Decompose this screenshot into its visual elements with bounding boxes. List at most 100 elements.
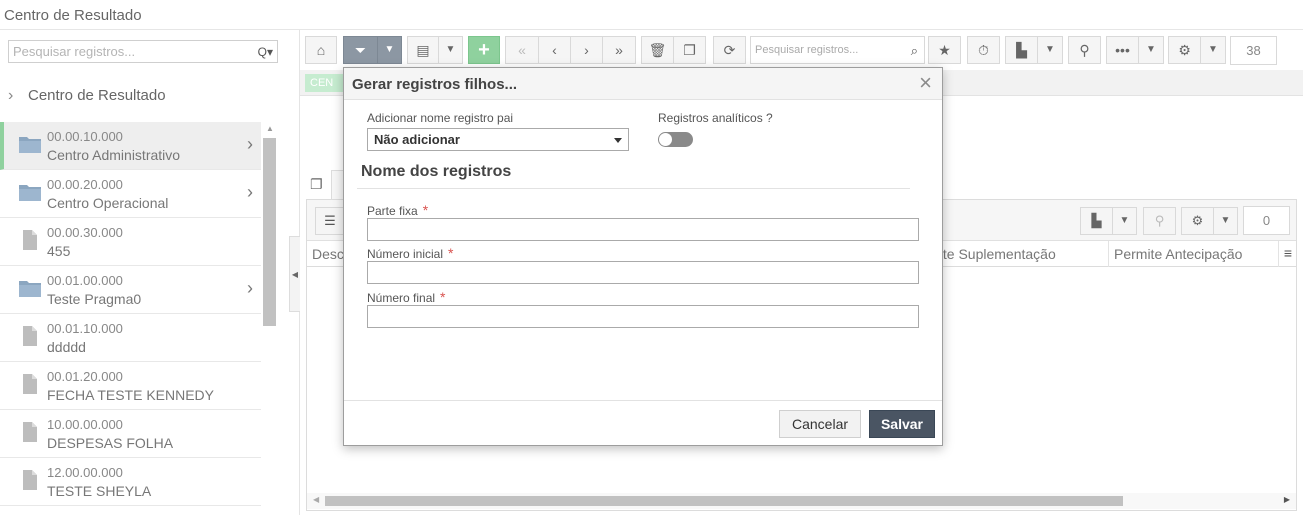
search-icon[interactable]: Q▾ [258,45,273,59]
filter-icon: ⏷ [354,42,367,58]
fixed-part-field[interactable] [367,218,919,241]
double-chevron-left-icon: « [518,42,526,58]
tree-item[interactable]: 00.00.20.000 Centro Operacional › [0,170,261,218]
scrollbar-thumb[interactable] [263,138,276,326]
tree-item[interactable]: 00.01.00.000 Teste Pragma0 › [0,266,261,314]
last-record-button[interactable]: » [602,36,636,64]
collapse-sidebar-button[interactable]: ◀ [289,236,300,312]
close-icon[interactable]: × [919,72,932,94]
column-menu-icon[interactable]: ≡ [1284,245,1292,261]
scroll-up-icon[interactable]: ▲ [266,124,274,133]
tree-item[interactable]: 10.00.00.000 DESPESAS FOLHA [0,410,261,458]
grid-list-button[interactable]: ☰ [315,207,345,235]
settings-button[interactable]: ⚙ [1168,36,1201,64]
end-number-field[interactable] [367,305,919,328]
tree-header[interactable]: › Centro de Resultado [8,87,166,105]
fixed-part-input[interactable] [368,219,918,240]
favorite-button[interactable]: ★ [928,36,961,64]
grid-icon: ▤ [416,42,430,58]
tree-title: Centro de Resultado [28,87,166,104]
copy-button[interactable]: ❐ [673,36,706,64]
toolbar-search[interactable]: ⌕ [750,36,925,64]
add-button[interactable]: + [468,36,500,64]
record-tag[interactable]: CEN [305,74,347,92]
filter-button[interactable]: ⏷ [343,36,378,64]
home-button[interactable]: ⌂ [305,36,337,64]
section-title: Nome dos registros [361,163,512,180]
grid-attach-button[interactable]: ⚲ [1143,207,1176,235]
tree-item-name: Teste Pragma0 [47,291,142,307]
record-count-badge: 38 [1230,36,1277,65]
analytic-records-label: Registros analíticos ? [658,111,773,125]
tree-item[interactable]: 00.00.30.000 455 [0,218,261,266]
grid-export-dropdown[interactable]: ▼ [1112,207,1137,235]
tree-item-code: 00.00.20.000 [47,177,123,192]
search-icon[interactable]: ⌕ [911,43,918,59]
more-dropdown-button[interactable]: ▼ [1138,36,1164,64]
parent-name-label: Adicionar nome registro pai [367,111,514,125]
chevron-right-icon[interactable]: › [247,134,253,155]
next-record-button[interactable]: › [570,36,603,64]
start-number-input[interactable] [368,262,918,283]
end-number-label: Número final * [367,289,445,305]
parent-name-value: Não adicionar [374,132,460,147]
delete-button[interactable]: 🗑 [641,36,674,64]
scroll-right-icon[interactable]: ▶ [1284,495,1290,504]
tree-item[interactable]: 00.00.10.000 Centro Administrativo › [0,122,261,170]
tree-item[interactable]: 00.01.20.000 FECHA TESTE KENNEDY [0,362,261,410]
end-number-input[interactable] [368,306,918,327]
parent-name-select[interactable]: Não adicionar [367,128,629,151]
end-number-label-text: Número final [367,291,436,305]
caret-down-icon: ▼ [1119,215,1130,226]
export-button[interactable]: ▙ [1005,36,1038,64]
grid-dropdown-button[interactable]: ▼ [438,36,463,64]
home-icon: ⌂ [316,42,326,58]
filter-dropdown-button[interactable]: ▼ [377,36,402,64]
file-icon [18,326,42,346]
export-dropdown-button[interactable]: ▼ [1037,36,1063,64]
chevron-right-icon[interactable]: › [8,87,22,105]
tree-item-name: ddddd [47,339,86,355]
chevron-right-icon: › [584,42,589,58]
toolbar-search-input[interactable] [751,37,901,63]
analytic-records-toggle[interactable] [658,132,693,147]
column-header-suplementacao[interactable]: nite Suplementação [927,241,1109,267]
start-number-field[interactable] [367,261,919,284]
section-divider [357,188,910,189]
tree-item[interactable]: 00.01.10.000 ddddd [0,314,261,362]
first-record-button[interactable]: « [505,36,539,64]
grid-horizontal-scrollbar[interactable]: ◀ ▶ [307,493,1296,509]
grid-settings-button[interactable]: ⚙ [1181,207,1214,235]
chevron-right-icon[interactable]: › [247,182,253,203]
tree-item[interactable]: 12.00.00.000 TESTE SHEYLA [0,458,261,506]
caret-down-icon [614,138,622,143]
column-header-antecipacao[interactable]: Permite Antecipação [1109,241,1279,267]
tree-item-code: 00.01.00.000 [47,273,123,288]
grid-settings-dropdown[interactable]: ▼ [1213,207,1238,235]
refresh-button[interactable]: ⟳ [713,36,746,64]
tree-list: 00.00.10.000 Centro Administrativo › 00.00.… [0,122,261,506]
duplicate-icon[interactable]: ❐ [310,176,326,192]
timer-button[interactable]: ⏱ [967,36,1000,64]
scrollbar-thumb[interactable] [325,496,1123,506]
settings-dropdown-button[interactable]: ▼ [1200,36,1226,64]
generate-children-dialog: Gerar registros filhos... × Adicionar no… [343,67,943,446]
attach-button[interactable]: ⚲ [1068,36,1101,64]
scroll-left-icon[interactable]: ◀ [313,495,319,504]
sidebar-search[interactable]: Q▾ [8,40,278,63]
star-icon: ★ [938,42,951,58]
sidebar-search-input[interactable] [9,41,245,62]
fixed-part-label: Parte fixa * [367,202,428,218]
export-file-icon: ▙ [1091,213,1102,228]
cancel-button[interactable]: Cancelar [779,410,861,438]
chevron-right-icon[interactable]: › [247,278,253,299]
grid-export-button[interactable]: ▙ [1080,207,1113,235]
more-button[interactable]: ••• [1106,36,1139,64]
file-icon [18,470,42,490]
grid-record-count: 0 [1243,206,1290,235]
grid-view-button[interactable]: ▤ [407,36,439,64]
stopwatch-icon: ⏱ [978,42,989,58]
sidebar-scrollbar[interactable]: ▲ ▼ [263,122,276,515]
save-button[interactable]: Salvar [869,410,935,438]
previous-record-button[interactable]: ‹ [538,36,571,64]
